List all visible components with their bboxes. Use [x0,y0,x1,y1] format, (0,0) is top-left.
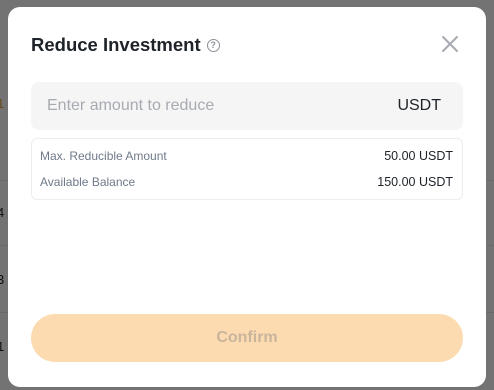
close-icon[interactable] [440,34,460,54]
info-row-available-balance: Available Balance 150.00 USDT [40,173,453,191]
confirm-button[interactable]: Confirm [31,314,463,362]
info-value: 150.00 USDT [377,175,453,189]
reduce-amount-field[interactable]: USDT [31,82,463,130]
modal-header: Reduce Investment ? [31,33,220,57]
amount-unit-label: USDT [397,97,441,114]
info-label: Max. Reducible Amount [40,149,167,163]
info-row-max-reducible: Max. Reducible Amount 50.00 USDT [40,147,453,165]
info-label: Available Balance [40,175,136,189]
modal-title: Reduce Investment [31,34,201,55]
investment-info-box: Max. Reducible Amount 50.00 USDT Availab… [31,138,463,200]
close-icon-graphic [442,36,458,52]
reduce-amount-input[interactable] [47,97,398,115]
help-icon[interactable]: ? [206,38,220,52]
reduce-investment-modal: Reduce Investment ? USDT Max. Reducible … [8,7,486,387]
info-value: 50.00 USDT [384,149,453,163]
